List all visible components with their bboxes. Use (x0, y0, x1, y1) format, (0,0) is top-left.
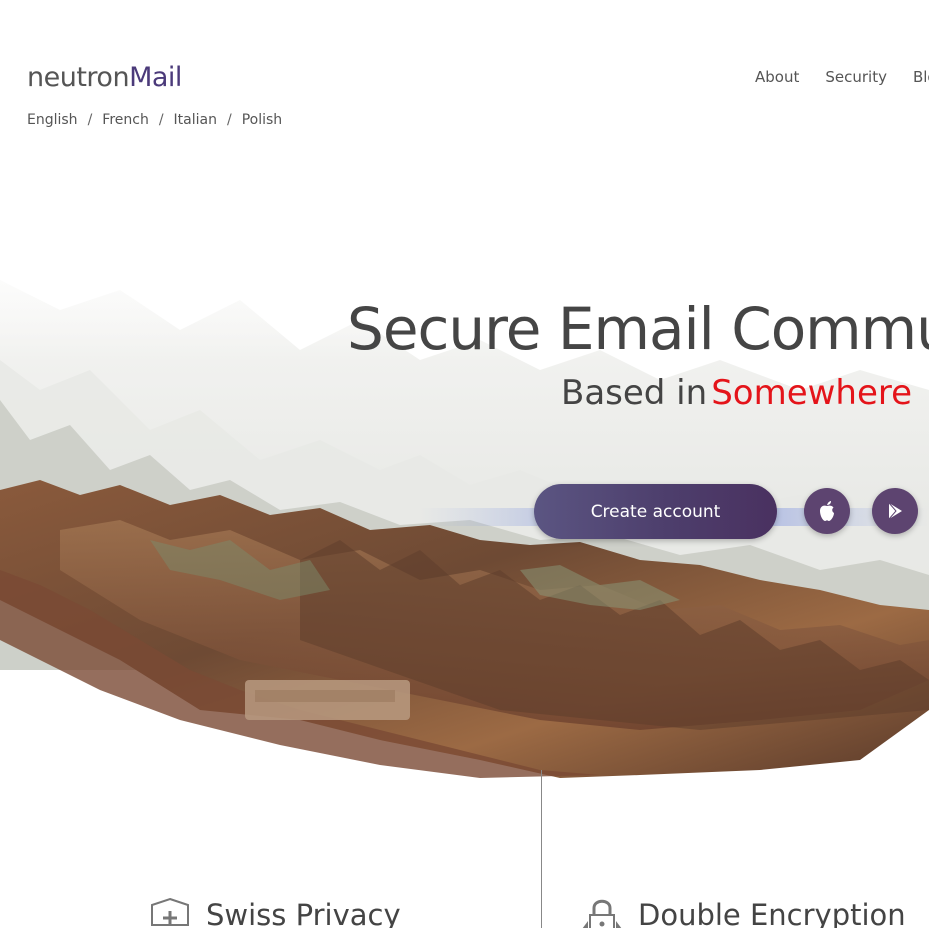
brand-name-part2: Mail (129, 62, 182, 93)
language-link-polish[interactable]: Polish (242, 112, 282, 128)
play-store-icon (888, 502, 902, 520)
language-link-french[interactable]: French (102, 112, 149, 128)
nav-link-security[interactable]: Security (825, 68, 887, 86)
apple-icon (820, 501, 834, 521)
language-link-english[interactable]: English (27, 112, 78, 128)
create-account-button[interactable]: Create account (534, 484, 777, 539)
language-separator: / (87, 112, 93, 128)
feature-title: Swiss Privacy (206, 898, 401, 928)
top-nav: About Security Blog (755, 68, 929, 86)
feature-title: Double Encryption (638, 898, 906, 928)
feature-double-encryption: Double Encryption (580, 895, 906, 928)
language-link-italian[interactable]: Italian (174, 112, 217, 128)
nav-link-about[interactable]: About (755, 68, 799, 86)
feature-divider (541, 770, 542, 928)
hero-subline-prefix: Based in (561, 373, 708, 413)
hero-subline: Based in Somewhere (561, 372, 912, 414)
brand-logo[interactable]: neutronMail (27, 60, 182, 96)
brand-name-part1: neutron (27, 62, 130, 93)
shield-plus-icon (151, 897, 189, 926)
play-store-button[interactable] (872, 488, 918, 534)
landing-page: neutronMail English / French / Italian /… (0, 0, 929, 928)
hero-headline: Secure Email Commun (347, 295, 929, 363)
hero-subline-accent: Somewhere (711, 373, 913, 413)
feature-swiss-privacy: Swiss Privacy (148, 895, 401, 928)
nav-link-blog[interactable]: Blog (913, 68, 929, 86)
padlock-icon (582, 899, 622, 928)
language-switcher: English / French / Italian / Polish (27, 112, 282, 128)
language-separator: / (226, 112, 232, 128)
language-separator: / (158, 112, 164, 128)
app-store-button[interactable] (804, 488, 850, 534)
